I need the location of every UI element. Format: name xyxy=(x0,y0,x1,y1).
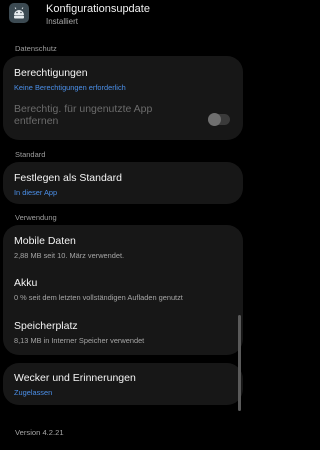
storage-subtitle: 8,13 MB in Interner Speicher verwendet xyxy=(14,336,145,345)
alarms-reminders-subtitle: Zugelassen xyxy=(14,388,53,397)
android-icon xyxy=(9,3,29,23)
alarms-card: Wecker und Erinnerungen Zugelassen xyxy=(3,363,243,405)
scrollbar[interactable] xyxy=(238,315,241,411)
permissions-title: Berechtigungen xyxy=(14,67,88,79)
set-as-default-subtitle: In dieser App xyxy=(14,188,58,197)
set-as-default-item[interactable]: Festlegen als Standard In dieser App xyxy=(3,162,243,204)
remove-unused-permissions-item[interactable]: Berechtig. für ungenutzte App entfernen xyxy=(3,98,243,140)
permissions-subtitle: Keine Berechtigungen erforderlich xyxy=(14,83,126,92)
mobile-data-title: Mobile Daten xyxy=(14,235,76,247)
privacy-card: Berechtigungen Keine Berechtigungen erfo… xyxy=(3,56,243,140)
remove-unused-permissions-toggle[interactable] xyxy=(208,113,230,126)
battery-item[interactable]: Akku 0 % seit dem letzten vollständigen … xyxy=(3,268,243,311)
section-title-standard: Standard xyxy=(15,150,46,159)
app-version: Version 4.2.21 xyxy=(15,428,64,437)
usage-card: Mobile Daten 2,88 MB seit 10. März verwe… xyxy=(3,225,243,355)
set-as-default-title: Festlegen als Standard xyxy=(14,172,122,184)
section-title-verwendung: Verwendung xyxy=(15,213,57,222)
storage-item[interactable]: Speicherplatz 8,13 MB in Interner Speich… xyxy=(3,311,243,355)
permissions-item[interactable]: Berechtigungen Keine Berechtigungen erfo… xyxy=(3,56,243,98)
app-install-status: Installiert xyxy=(46,17,79,26)
alarms-reminders-title: Wecker und Erinnerungen xyxy=(14,372,136,384)
battery-subtitle: 0 % seit dem letzten vollständigen Aufla… xyxy=(14,293,183,302)
remove-unused-permissions-title: Berechtig. für ungenutzte App entfernen xyxy=(14,103,153,127)
toggle-knob xyxy=(208,113,221,126)
mobile-data-item[interactable]: Mobile Daten 2,88 MB seit 10. März verwe… xyxy=(3,225,243,268)
standard-card: Festlegen als Standard In dieser App xyxy=(3,162,243,204)
section-title-datenschutz: Datenschutz xyxy=(15,44,57,53)
battery-title: Akku xyxy=(14,277,38,289)
app-header: Konfigurationsupdate Installiert xyxy=(0,0,247,30)
alarms-reminders-item[interactable]: Wecker und Erinnerungen Zugelassen xyxy=(3,363,243,405)
storage-title: Speicherplatz xyxy=(14,320,78,332)
mobile-data-subtitle: 2,88 MB seit 10. März verwendet. xyxy=(14,251,125,260)
app-name: Konfigurationsupdate xyxy=(46,3,150,15)
